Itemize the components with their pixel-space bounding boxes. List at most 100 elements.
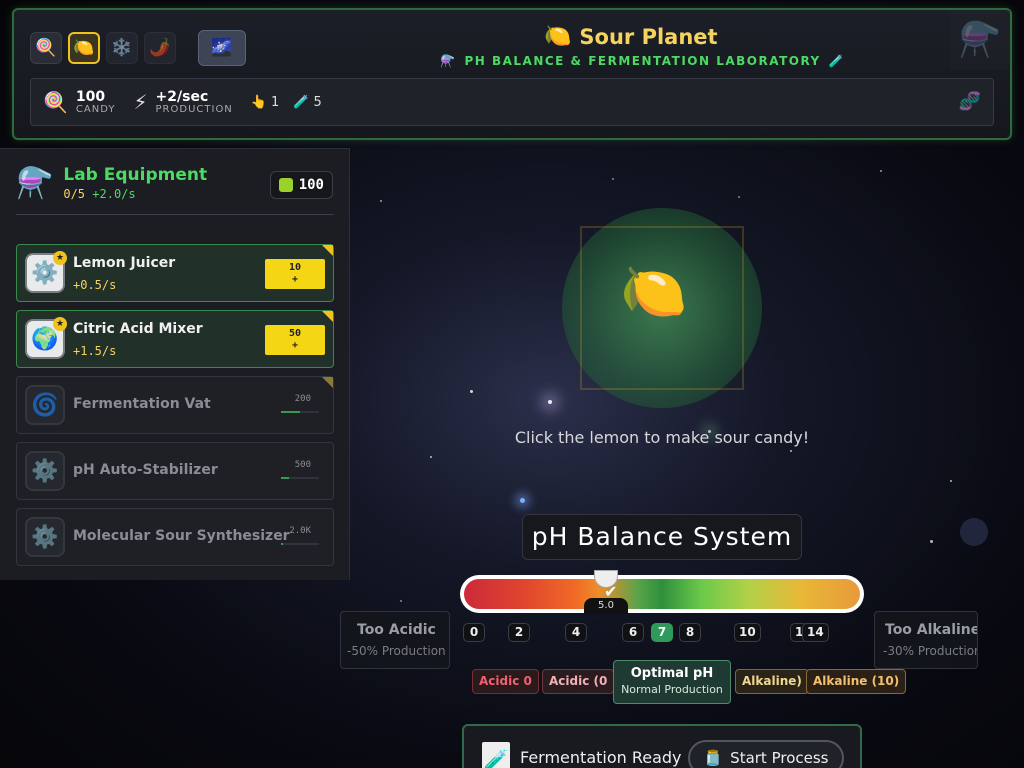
test-tube-icon: 🧪 [482,742,510,768]
production-stat: ⚡ +2/sec PRODUCTION [133,90,232,115]
ph-tick: 14 [802,623,829,642]
corner-marker [322,377,333,388]
buy-cost: 10 [288,262,302,273]
planet-subtitle: ⚗️ PH BALANCE & FERMENTATION LABORATORY … [440,54,845,68]
lollipop-icon: 🍭 [35,38,57,58]
equipment-cost: 500 [294,460,311,470]
start-process-button[interactable]: 🫙 Start Process [688,740,844,768]
panel-title: Lab Equipment [63,165,208,185]
ph-current-value: 5.0 [584,598,628,614]
equipment-name: Molecular Sour Synthesizer [73,528,290,544]
gear-icon: ⚙️ [25,517,65,557]
fermentation-panel: 🧪 Fermentation Ready 🫙 Start Process [462,724,862,768]
lab-equipment-panel: ⚗️ Lab Equipment 0/5 +2.0/s 100 ⚙️ ★ Lem… [0,148,350,580]
divider [16,214,334,215]
ph-tick: 2 [508,623,530,642]
corner-marker [322,311,333,322]
sour-planet-button[interactable]: 🍋 [68,32,100,64]
star-badge-icon: ★ [53,251,67,265]
equipment-rate: +1.5/s [73,344,117,358]
lollipop-icon: 🍭 [43,90,68,114]
buy-button[interactable]: 50 + [265,325,325,355]
equipment-item-fermentation-vat[interactable]: 🌀 Fermentation Vat 200 [16,376,334,434]
click-hint: Click the lemon to make sour candy! [514,428,810,447]
panel-candy-badge: 100 [269,171,333,199]
zone-alkaline: Alkaline (10) [806,669,907,694]
panel-summary: 0/5 +2.0/s [63,187,207,201]
fermentation-status: Fermentation Ready [520,748,682,767]
ph-tick: 0 [463,623,485,642]
planet-switcher: 🍭 🍋 ❄️ 🌶️ 🌌 [30,30,246,66]
equipment-item-citric-acid-mixer[interactable]: 🌍 ★ Citric Acid Mixer +1.5/s 50 + [16,310,334,368]
too-acidic-penalty: -50% Production [347,644,446,658]
galaxy-map-button[interactable]: 🌌 [198,30,246,66]
stats-bar: 🍭 100 CANDY ⚡ +2/sec PRODUCTION 👆 1 🧪 5 … [30,78,994,126]
zone-acidic: Acidic 0 [472,669,539,694]
optimal-sub: Normal Production [621,683,723,696]
gear-icon: ⚙️ [25,451,65,491]
tube-stat: 🧪 5 [293,95,321,110]
production-rate: +2/sec [155,88,209,105]
ph-system-title: pH Balance System [522,514,802,560]
candy-count: 100 [75,88,106,105]
equipment-item-ph-auto-stabilizer[interactable]: ⚙️ pH Auto-Stabilizer 500 [16,442,334,500]
ph-meter[interactable] [460,575,864,613]
affordability-bar [281,411,319,413]
equipment-rate: +0.5/s [73,278,117,292]
affordability-bar [281,543,319,545]
equipment-cost: 200 [294,394,311,404]
flask-decoration-icon: ⚗️ [950,10,1010,70]
buy-plus: + [291,340,299,351]
test-tube-icon: 🧪 [828,54,846,68]
candy-planet-button[interactable]: 🍭 [30,32,62,64]
too-alkaline-penalty: -30% Production [883,644,978,658]
pointer-icon: 👆 [250,94,267,110]
too-acidic-title: Too Acidic [357,622,436,638]
too-alkaline-panel: Too Alkaline -30% Production [874,611,978,669]
production-label: PRODUCTION [155,103,233,115]
equipment-item-lemon-juicer[interactable]: ⚙️ ★ Lemon Juicer +0.5/s 10 + [16,244,334,302]
lemon-icon: 🍋 [73,38,95,58]
jar-icon: 🫙 [703,749,723,767]
buy-button[interactable]: 10 + [265,259,325,289]
panel-header: ⚗️ Lab Equipment 0/5 +2.0/s [16,165,207,201]
dna-icon[interactable]: 🧬 [959,91,981,112]
optimal-title: Optimal pH [630,666,714,681]
spicy-planet-button[interactable]: 🌶️ [144,32,176,64]
affordability-bar [281,477,319,479]
lemon-icon[interactable]: 🍋 [620,260,687,324]
lightning-icon: ⚡ [133,90,148,114]
zone-acidic-mild: Acidic (0 [542,669,615,694]
top-header: 🍭 🍋 ❄️ 🌶️ 🌌 🍋 Sour Planet ⚗️ PH BALANCE … [12,8,1012,140]
planet-title-text: Sour Planet [579,24,718,49]
test-tube-icon: 🧪 [293,94,310,110]
corner-marker [322,245,333,256]
click-power-value: 1 [270,94,280,110]
ph-tick: 10 [734,623,761,642]
chili-icon: 🌶️ [149,38,171,58]
alembic-icon: ⚗️ [440,54,457,68]
equipment-item-molecular-sour-synthesizer[interactable]: ⚙️ Molecular Sour Synthesizer 2.0K [16,508,334,566]
vortex-icon: 🌀 [25,385,65,425]
ph-tick: 4 [565,623,587,642]
galaxy-icon: 🌌 [211,38,233,58]
start-process-label: Start Process [730,749,829,767]
planet-title: 🍋 Sour Planet [544,24,718,49]
too-alkaline-title: Too Alkaline [885,622,978,638]
ph-tick: 8 [679,623,701,642]
equipment-name: Lemon Juicer [73,255,176,271]
total-rate: +2.0/s [92,187,136,201]
alembic-icon: ⚗️ [16,165,54,201]
equipment-name: Citric Acid Mixer [73,321,203,337]
lemon-icon: 🍋 [544,24,572,49]
star-badge-icon: ★ [53,317,67,331]
equipment-name: pH Auto-Stabilizer [73,462,218,478]
ph-tick: 6 [622,623,644,642]
panel-candy-count: 100 [298,177,324,193]
ice-planet-button[interactable]: ❄️ [106,32,138,64]
ph-tick-active: 7 [651,623,673,642]
zone-alkaline-mild: Alkaline) [735,669,809,694]
zone-optimal: Optimal pH Normal Production [613,660,731,704]
planet-subtitle-text: PH BALANCE & FERMENTATION LABORATORY [464,54,821,68]
tube-value: 5 [313,94,322,110]
